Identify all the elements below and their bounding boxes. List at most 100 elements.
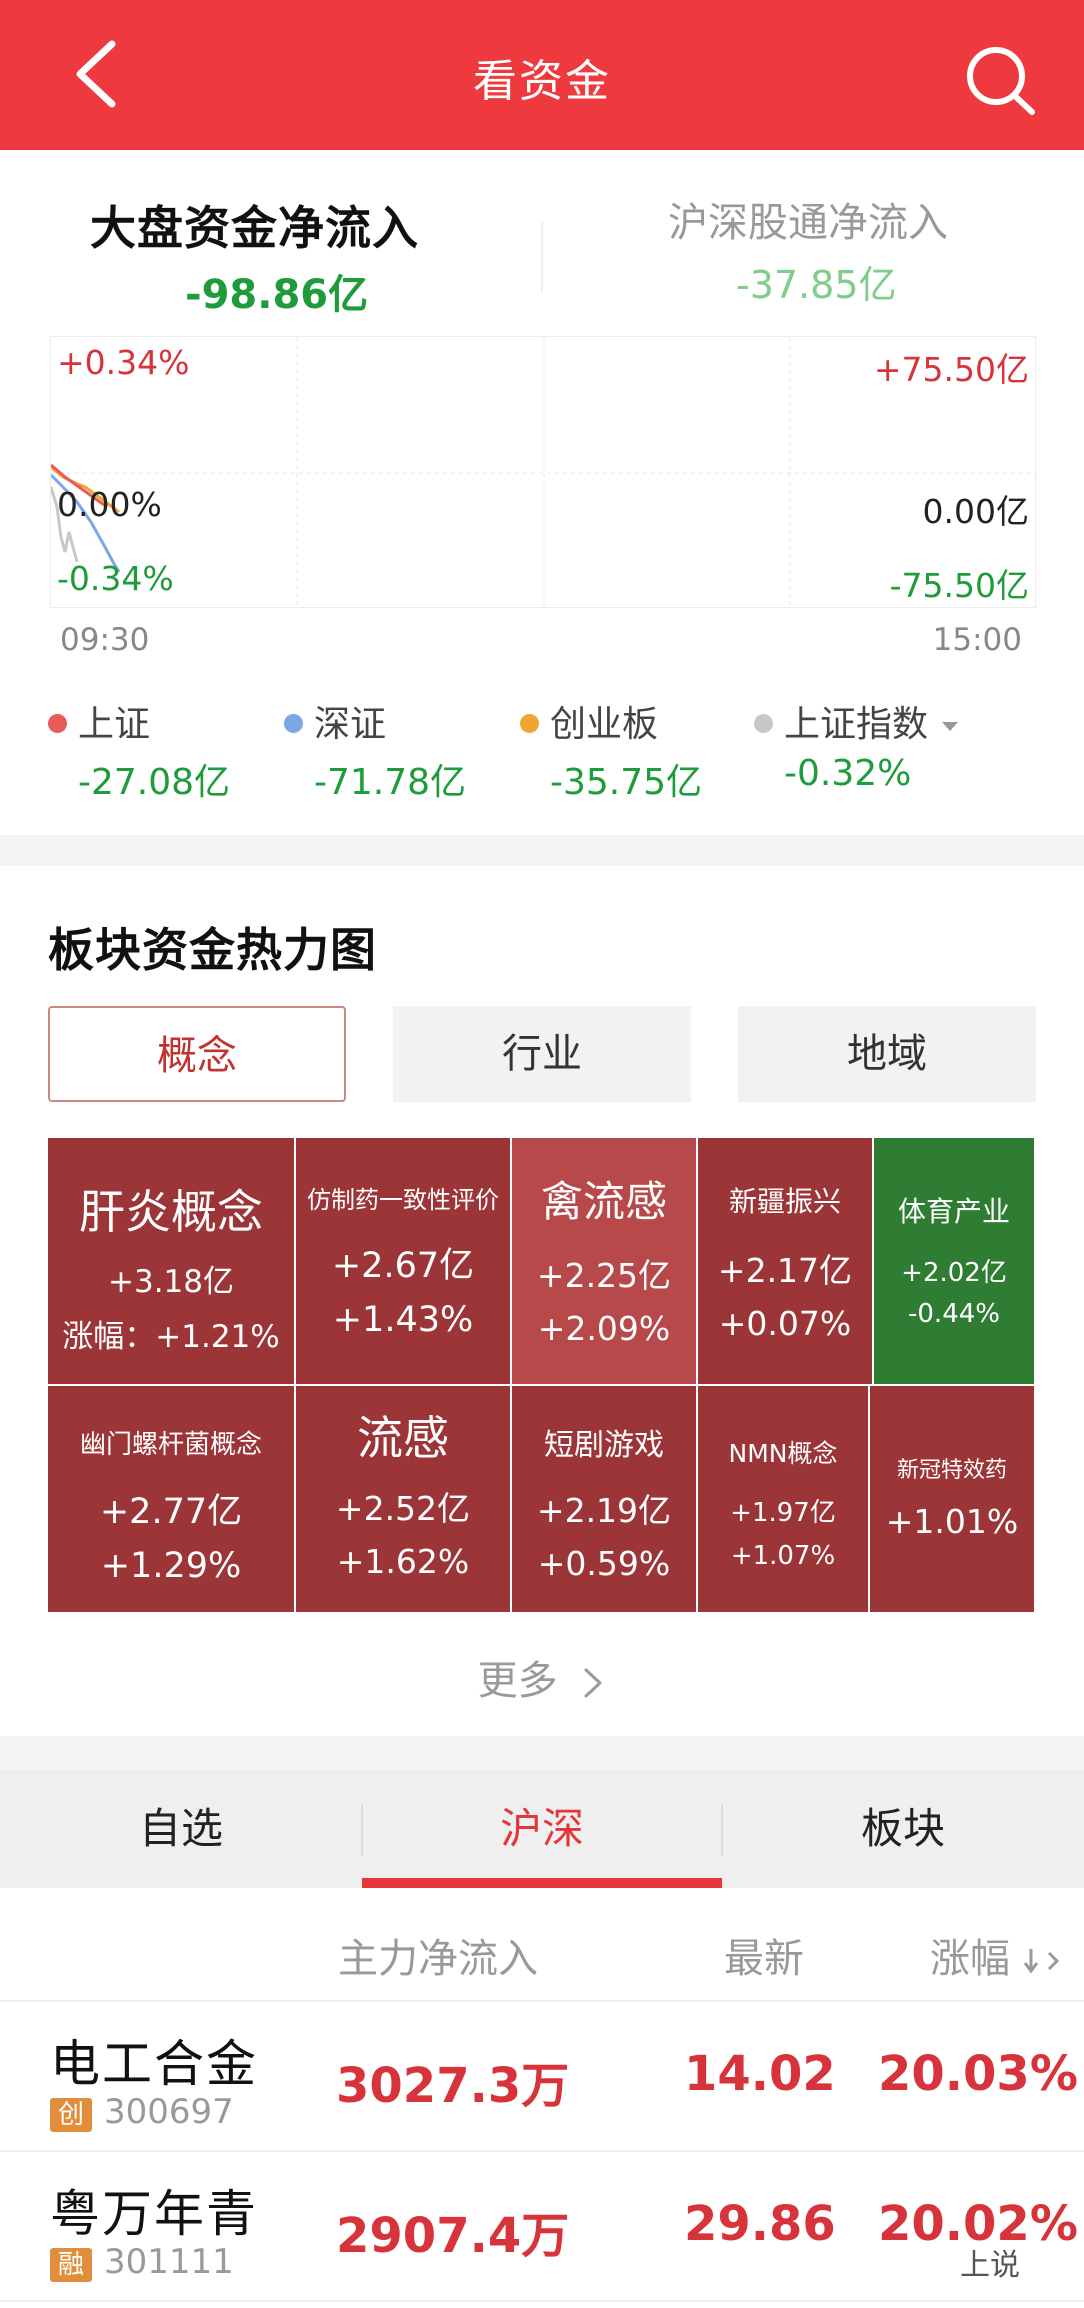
cell-flow: +2.77亿 — [99, 1492, 243, 1532]
blue-dot-icon — [284, 714, 303, 733]
market-flow-tab[interactable]: 大盘资金净流入 -98.86亿 — [90, 192, 450, 320]
stock-name: 电工合金 — [50, 2035, 258, 2093]
cell-name: 肝炎概念 — [79, 1185, 263, 1239]
cell-name: NMN概念 — [728, 1439, 838, 1468]
stock-change: 20.03% — [878, 2046, 1078, 2102]
market-tabs: 自选 沪深 板块 — [0, 1770, 1084, 1888]
heat-cell[interactable]: 新冠特效药 +1.01% — [870, 1386, 1036, 1614]
cell-flow: +2.52亿 — [335, 1489, 471, 1528]
tab-hs[interactable]: 沪深 — [362, 1770, 722, 1888]
time-start: 09:30 — [60, 622, 150, 658]
cell-name: 新冠特效药 — [896, 1458, 1007, 1483]
cell-flow: +2.67亿 — [331, 1246, 475, 1286]
cell-name: 新疆振兴 — [728, 1185, 841, 1218]
table-header: 主力净流入 最新 涨幅 — [0, 1890, 1084, 2002]
heat-cell[interactable]: 幽门螺杆菌概念 +2.77亿 +1.29% — [48, 1386, 296, 1614]
table-row[interactable]: 电工合金 创 300697 3027.3万 14.02 20.03% — [0, 2004, 1084, 2152]
legend-label: 创业板 — [550, 704, 659, 745]
cell-name: 禽流感 — [540, 1177, 667, 1226]
search-icon[interactable] — [960, 40, 1040, 120]
tab-region[interactable]: 地域 — [738, 1006, 1036, 1102]
stock-badge: 融 — [50, 2248, 92, 2282]
cell-change: +0.59% — [537, 1544, 671, 1583]
net-inflow-panel: 大盘资金净流入 -98.86亿 沪深股通净流入 -37.85亿 +0.34% 0… — [0, 150, 1084, 835]
caret-down-icon[interactable] — [942, 721, 959, 731]
tab-concept[interactable]: 概念 — [48, 1006, 346, 1102]
legend-value: -27.08亿 — [78, 762, 231, 803]
intraday-flow-chart[interactable]: +0.34% 0.00% -0.34% +75.50亿 0.00亿 -75.50… — [49, 336, 1037, 609]
market-flow-value: -98.86亿 — [185, 272, 369, 318]
right-axis-top: +75.50亿 — [873, 350, 1029, 389]
legend-value: -71.78亿 — [314, 762, 467, 803]
tab-watchlist[interactable]: 自选 — [0, 1770, 362, 1888]
stock-main-flow: 3027.3万 — [336, 2058, 570, 2114]
connect-flow-value: -37.85亿 — [736, 263, 897, 307]
active-tab-indicator — [362, 1878, 722, 1888]
left-axis-bottom: -0.34% — [57, 559, 174, 598]
orange-dot-icon — [520, 714, 539, 733]
section-title: 板块资金热力图 — [48, 923, 377, 977]
right-axis-mid: 0.00亿 — [922, 492, 1029, 531]
cell-flow: +2.19亿 — [536, 1491, 672, 1530]
legend-value: -0.32% — [784, 753, 912, 794]
more-label: 更多 — [477, 1658, 558, 1704]
heat-cell[interactable]: 体育产业 +2.02亿 -0.44% — [874, 1138, 1036, 1386]
left-axis-top: +0.34% — [57, 343, 190, 382]
connect-flow-tab[interactable]: 沪深股通净流入 -37.85亿 — [668, 190, 1048, 309]
red-dot-icon — [48, 714, 67, 733]
legend-label: 上证指数 — [784, 704, 929, 745]
cell-change: +1.62% — [336, 1542, 470, 1581]
tab-sectors[interactable]: 板块 — [722, 1770, 1084, 1888]
cell-name: 流感 — [357, 1411, 449, 1465]
legend-label: 上证 — [78, 704, 151, 745]
legend-value: -35.75亿 — [550, 762, 703, 803]
stock-flow-panel: 自选 沪深 板块 主力净流入 最新 涨幅 电工合金 创 300697 3027.… — [0, 1770, 1084, 2308]
left-axis-mid: 0.00% — [57, 485, 162, 524]
col-change-label: 涨幅 — [930, 1936, 1010, 1982]
cell-change: +0.07% — [718, 1304, 852, 1343]
cell-change: +1.29% — [100, 1546, 242, 1586]
stock-code: 300697 — [104, 2092, 234, 2132]
stock-code: 301111 — [104, 2242, 234, 2282]
legend-label: 深证 — [314, 704, 387, 745]
cell-flow: +2.02亿 — [901, 1258, 1007, 1288]
cell-name: 仿制药一致性评价 — [307, 1186, 499, 1214]
cell-flow: +1.01% — [885, 1502, 1019, 1541]
app-header: 看资金 — [0, 0, 1084, 150]
col-latest[interactable]: 最新 — [724, 1926, 804, 1984]
cell-flow: +2.25亿 — [536, 1256, 672, 1295]
stock-latest: 29.86 — [684, 2196, 836, 2252]
heat-cell[interactable]: 肝炎概念 +3.18亿 涨幅：+1.21% — [48, 1138, 296, 1386]
cell-flow: +2.17亿 — [717, 1251, 853, 1290]
time-end: 15:00 — [932, 622, 1022, 658]
cell-change: +1.43% — [332, 1300, 474, 1340]
stock-latest: 14.02 — [684, 2046, 836, 2102]
page-title: 看资金 — [473, 56, 611, 107]
heat-cell[interactable]: 仿制药一致性评价 +2.67亿 +1.43% — [296, 1138, 512, 1386]
col-change[interactable]: 涨幅 — [930, 1926, 1063, 1984]
cell-change: 涨幅：+1.21% — [62, 1319, 280, 1355]
heat-cell[interactable]: 新疆振兴 +2.17亿 +0.07% — [698, 1138, 874, 1386]
stock-badge: 创 — [50, 2098, 92, 2132]
sort-down-icon — [1023, 1949, 1059, 1974]
cell-name: 短剧游戏 — [544, 1428, 664, 1463]
heatmap-grid: 肝炎概念 +3.18亿 涨幅：+1.21% 仿制药一致性评价 +2.67亿 +1… — [48, 1138, 1036, 1614]
watermark-text: 上说 — [960, 2248, 1020, 2283]
sector-heatmap-panel: 板块资金热力图 概念 行业 地域 肝炎概念 +3.18亿 涨幅：+1.21% 仿… — [0, 866, 1084, 1736]
divider — [541, 222, 543, 292]
heat-cell[interactable]: 流感 +2.52亿 +1.62% — [296, 1386, 512, 1614]
heat-cell[interactable]: 短剧游戏 +2.19亿 +0.59% — [512, 1386, 698, 1614]
tab-industry[interactable]: 行业 — [393, 1006, 691, 1102]
market-flow-label: 大盘资金净流入 — [90, 201, 419, 255]
gray-dot-icon — [754, 714, 773, 733]
more-link[interactable]: 更多 — [0, 1648, 1084, 1706]
chevron-right-icon — [584, 1668, 602, 1698]
col-main-flow[interactable]: 主力净流入 — [338, 1926, 538, 1984]
stock-main-flow: 2907.4万 — [336, 2208, 570, 2264]
heat-cell[interactable]: 禽流感 +2.25亿 +2.09% — [512, 1138, 698, 1386]
cell-name: 体育产业 — [897, 1195, 1010, 1228]
cell-change: +1.07% — [730, 1541, 836, 1571]
cell-flow: +1.97亿 — [730, 1498, 836, 1528]
heat-cell[interactable]: NMN概念 +1.97亿 +1.07% — [698, 1386, 870, 1614]
table-row[interactable]: 粤万年青 融 301111 2907.4万 29.86 20.02% — [0, 2154, 1084, 2302]
